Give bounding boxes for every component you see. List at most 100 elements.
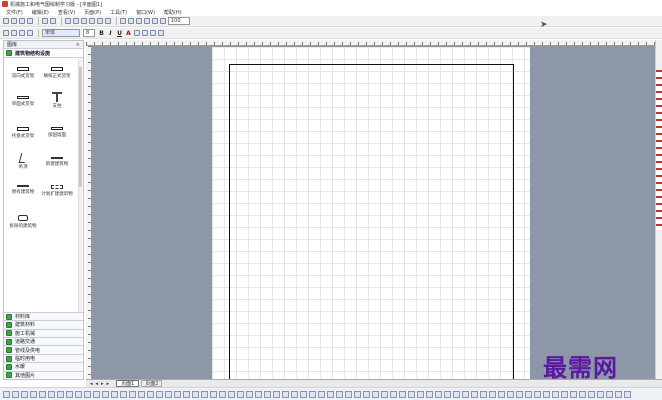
menu-help[interactable]: 帮助(H) (164, 9, 182, 16)
shape-double-rack[interactable]: 双向式货架 (6, 67, 40, 80)
shape-new-building[interactable]: 新建建筑物 (40, 157, 74, 168)
shape-horizontal-rack[interactable]: 横排正式货架 (40, 67, 74, 80)
drawing-tool-icon[interactable] (588, 390, 595, 398)
drawing-tool-icon[interactable] (426, 390, 433, 398)
drawing-tool-icon[interactable] (462, 390, 469, 398)
zoom-select[interactable]: 100 (168, 17, 190, 25)
drawing-tool-icon[interactable] (66, 390, 73, 398)
shape-demolished-building[interactable]: 拆除的建筑物 (6, 215, 40, 230)
menu-page[interactable]: 页面(P) (84, 9, 101, 16)
drawing-tool-icon[interactable] (3, 390, 10, 398)
drawing-tool-icon[interactable] (534, 390, 541, 398)
drawing-tool-icon[interactable] (579, 390, 586, 398)
drawing-tool-icon[interactable] (183, 390, 190, 398)
line-color-icon[interactable] (134, 30, 140, 36)
drawing-tool-icon[interactable] (516, 390, 523, 398)
stencil-row[interactable]: 材料库 (4, 311, 83, 321)
stencil-row[interactable]: 建筑材料 (4, 320, 83, 329)
drawing-tool-icon[interactable] (597, 390, 604, 398)
italic-icon[interactable]: I (107, 30, 114, 37)
menu-edit[interactable]: 编辑(E) (32, 9, 49, 16)
drawing-tool-icon[interactable] (408, 390, 415, 398)
drawing-tool-icon[interactable] (39, 390, 46, 398)
drawing-tool-icon[interactable] (309, 390, 316, 398)
cut-icon[interactable] (65, 18, 71, 24)
menu-view[interactable]: 查看(V) (58, 9, 75, 16)
grid-icon[interactable] (120, 18, 126, 24)
line-weight-icon[interactable] (150, 30, 156, 36)
drawing-tool-icon[interactable] (300, 390, 307, 398)
scroll-thumb[interactable] (79, 67, 82, 187)
tab-page-2[interactable]: 页面2 (141, 380, 163, 387)
shape-planned-building[interactable]: 计划扩建建筑物 (40, 185, 74, 198)
zoom-page-icon[interactable] (152, 18, 158, 24)
bold-icon[interactable]: B (98, 30, 105, 37)
drawing-tool-icon[interactable] (570, 390, 577, 398)
drawing-tool-icon[interactable] (444, 390, 451, 398)
drawing-tool-icon[interactable] (525, 390, 532, 398)
stencil-row[interactable]: 管线及供电 (4, 345, 83, 354)
stencil-row[interactable]: 道路交通 (4, 337, 83, 346)
drawing-tool-icon[interactable] (219, 390, 226, 398)
drawing-tool-icon[interactable] (615, 390, 622, 398)
prev-page-icon[interactable]: ◂ (96, 381, 99, 387)
drawing-tool-icon[interactable] (264, 390, 271, 398)
drawing-tool-icon[interactable] (192, 390, 199, 398)
drawing-tool-icon[interactable] (147, 390, 154, 398)
close-icon[interactable]: × (76, 42, 80, 48)
shape-ceiling[interactable]: 吊顶 (6, 153, 40, 171)
drawing-tool-icon[interactable] (30, 390, 37, 398)
pointer-tool-icon[interactable] (89, 18, 95, 24)
drawing-tool-icon[interactable] (624, 390, 631, 398)
text-style-icon[interactable] (11, 30, 17, 36)
zoom-in-icon[interactable] (136, 18, 142, 24)
shape-single-rack[interactable]: 单面式货架 (6, 96, 40, 108)
rotate-icon[interactable] (160, 18, 166, 24)
open-icon[interactable] (11, 18, 17, 24)
drawing-tool-icon[interactable] (228, 390, 235, 398)
drawing-tool-icon[interactable] (156, 390, 163, 398)
line-style-icon[interactable] (19, 30, 25, 36)
next-page-icon[interactable]: ▸ (101, 381, 104, 387)
drawing-tool-icon[interactable] (327, 390, 334, 398)
stencil-row[interactable]: 其他图片 (4, 370, 83, 379)
drawing-tool-icon[interactable] (471, 390, 478, 398)
drawing-tool-icon[interactable] (498, 390, 505, 398)
drawing-tool-icon[interactable] (237, 390, 244, 398)
print-icon[interactable] (27, 18, 33, 24)
drawing-tool-icon[interactable] (84, 390, 91, 398)
save-icon[interactable] (19, 18, 25, 24)
drawing-tool-icon[interactable] (273, 390, 280, 398)
stencil-title[interactable]: 建筑物结构设施 (4, 49, 83, 58)
drawing-tool-icon[interactable] (291, 390, 298, 398)
copy-icon[interactable] (73, 18, 79, 24)
drawing-tool-icon[interactable] (399, 390, 406, 398)
drawing-tool-icon[interactable] (480, 390, 487, 398)
drawing-tool-icon[interactable] (453, 390, 460, 398)
drawing-tool-icon[interactable] (246, 390, 253, 398)
panel-scrollbar[interactable] (78, 59, 82, 317)
drawing-tool-icon[interactable] (282, 390, 289, 398)
drawing-tool-icon[interactable] (318, 390, 325, 398)
drawing-tool-icon[interactable] (165, 390, 172, 398)
stencil-row[interactable]: 临时用电 (4, 353, 83, 363)
drawing-tool-icon[interactable] (561, 390, 568, 398)
drawing-tool-icon[interactable] (507, 390, 514, 398)
menu-file[interactable]: 文件(F) (6, 9, 23, 16)
drawing-tool-icon[interactable] (336, 390, 343, 398)
drawing-tool-icon[interactable] (345, 390, 352, 398)
menu-window[interactable]: 窗口(W) (136, 9, 155, 16)
font-select[interactable]: 宋体 (42, 29, 80, 37)
shape-pillar[interactable]: 支柱 (40, 92, 74, 110)
stencil-row[interactable]: 施工机械 (4, 328, 83, 338)
drawing-tool-icon[interactable] (435, 390, 442, 398)
fill-color-icon[interactable] (142, 30, 148, 36)
new-icon[interactable] (3, 18, 9, 24)
drawing-tool-icon[interactable] (210, 390, 217, 398)
drawing-tool-icon[interactable] (372, 390, 379, 398)
line-pattern-icon[interactable] (158, 30, 164, 36)
first-page-icon[interactable]: ◂ (90, 381, 93, 387)
drawing-tool-icon[interactable] (129, 390, 136, 398)
text-tool-icon[interactable] (105, 18, 111, 24)
drawing-tool-icon[interactable] (21, 390, 28, 398)
